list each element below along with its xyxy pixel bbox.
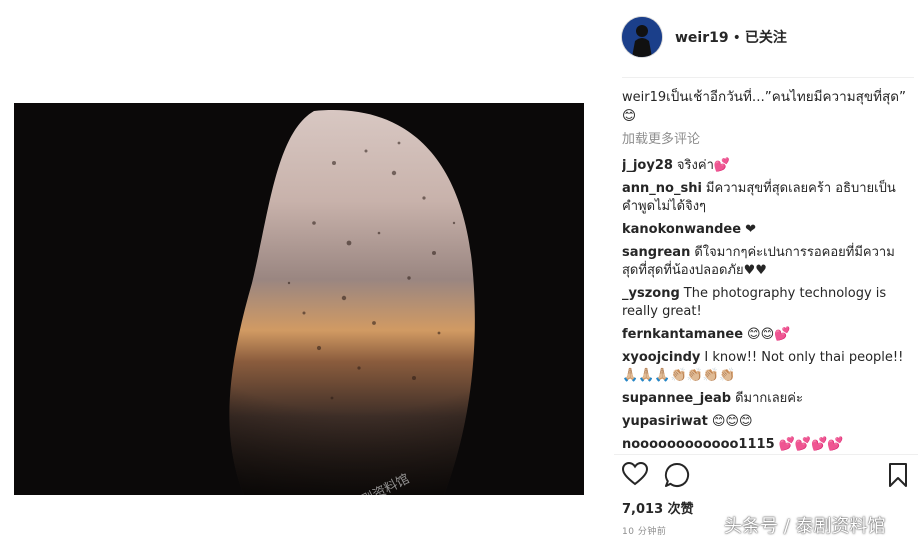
- comment-username[interactable]: xyoojcindy: [622, 350, 700, 365]
- airplane-window-image: [14, 103, 584, 495]
- post-header: weir19 • 已关注: [675, 29, 787, 47]
- comment-username[interactable]: sangrean: [622, 245, 690, 260]
- actions-divider: [614, 454, 918, 455]
- comment-item: j_joy28 จริงค่า💕: [622, 157, 910, 175]
- post-actions: [621, 461, 914, 492]
- heart-outline-icon[interactable]: [621, 461, 649, 490]
- comment-item: sangrean ดีใจมากๆค่ะเปนการรอคอยที่มีความส…: [622, 244, 910, 280]
- comment-username[interactable]: fernkantamanee: [622, 327, 743, 342]
- comment-item: yupasiriwat 😊😊😊: [622, 413, 910, 431]
- likes-count[interactable]: 7,013 次赞: [622, 498, 694, 517]
- comment-username[interactable]: noooooooooooo1115: [622, 437, 775, 452]
- avatar-image: [622, 17, 662, 57]
- comment-text: 😊😊💕: [747, 327, 791, 342]
- comment-item: kanokonwandee ❤: [622, 221, 910, 239]
- corner-watermark: 头条号 / 泰剧资料馆: [724, 516, 886, 537]
- comment-text: ดีมากเลยค่ะ: [735, 391, 803, 406]
- post-caption: weir19เป็นเช้าอีกวันที่...”คนไทยมีความสุ…: [622, 88, 910, 126]
- comment-item: supannee_jeab ดีมากเลยค่ะ: [622, 390, 910, 408]
- comment-text: 😊😊😊: [711, 414, 753, 429]
- comment-text: 💕💕💕💕: [778, 437, 844, 452]
- load-more-comments-button[interactable]: 加载更多评论: [622, 131, 910, 149]
- comment-item: _yszong The photography technology is rea…: [622, 285, 910, 321]
- caption-username[interactable]: weir19: [622, 90, 666, 105]
- comment-username[interactable]: supannee_jeab: [622, 391, 731, 406]
- comment-username[interactable]: j_joy28: [622, 158, 673, 173]
- follow-status-button[interactable]: 已关注: [745, 30, 787, 46]
- speech-bubble-icon[interactable]: [664, 462, 690, 492]
- comment-item: xyoojcindy I know!! Not only thai people!…: [622, 349, 910, 385]
- header-username[interactable]: weir19: [675, 30, 729, 46]
- header-divider: [622, 77, 914, 78]
- separator-dot: •: [732, 30, 741, 46]
- comment-item: fernkantamanee 😊😊💕: [622, 326, 910, 344]
- comment-text: จริงค่า💕: [676, 158, 731, 173]
- bookmark-icon[interactable]: [888, 462, 908, 492]
- comment-item: noooooooooooo1115 💕💕💕💕: [622, 436, 910, 454]
- comments-list[interactable]: weir19เป็นเช้าอีกวันที่...”คนไทยมีความสุ…: [622, 88, 910, 454]
- comment-text: ❤: [745, 222, 756, 237]
- comment-username[interactable]: kanokonwandee: [622, 222, 741, 237]
- comment-username[interactable]: _yszong: [622, 286, 680, 301]
- comment-username[interactable]: ann_no_shi: [622, 181, 702, 196]
- post-timestamp: 10 分钟前: [622, 527, 667, 537]
- avatar[interactable]: [622, 17, 662, 57]
- comment-item: ann_no_shi มีความสุขที่สุดเลยคร้า อธิบายเ…: [622, 180, 910, 216]
- post-photo[interactable]: 微信公众号@泰剧资料馆: [14, 103, 584, 495]
- comment-username[interactable]: yupasiriwat: [622, 414, 708, 429]
